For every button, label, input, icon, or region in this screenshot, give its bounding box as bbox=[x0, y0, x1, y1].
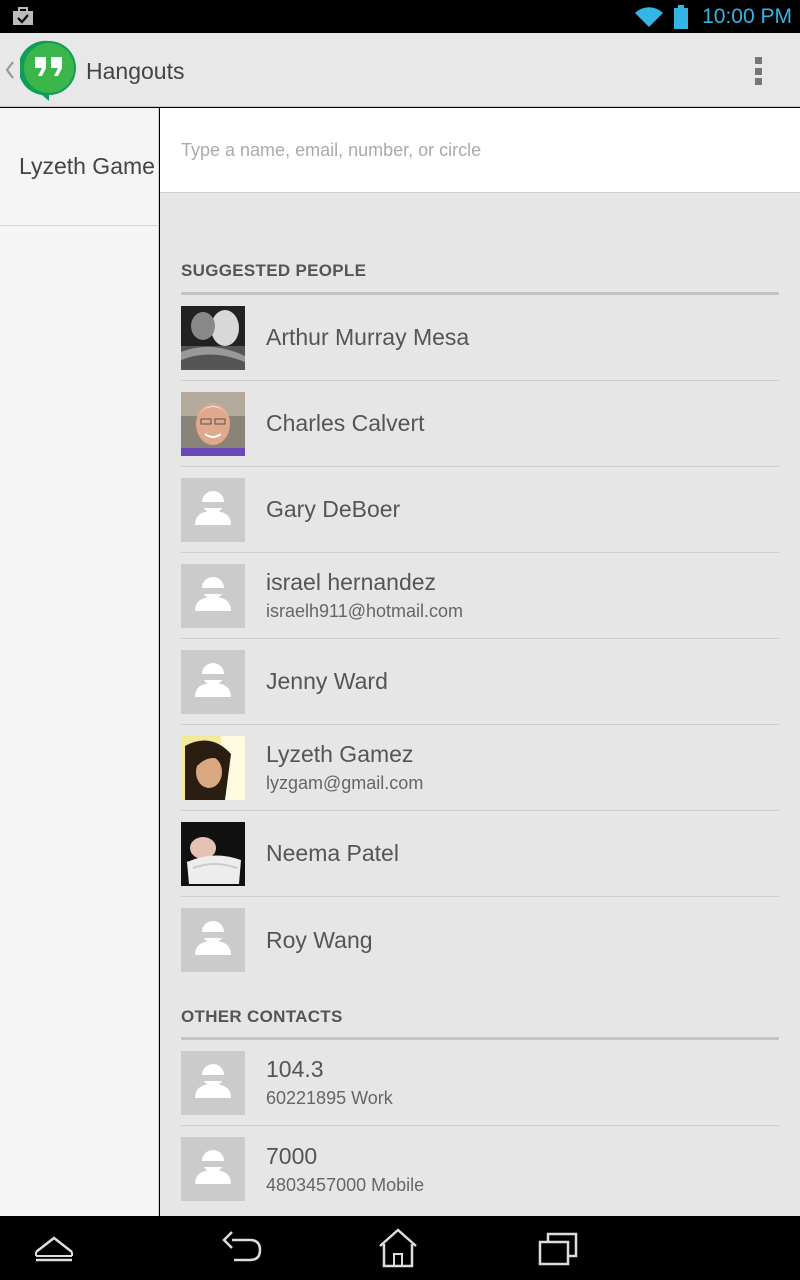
contact-name: 7000 bbox=[266, 1142, 318, 1169]
navigation-bar bbox=[0, 1216, 800, 1280]
action-bar: Hangouts bbox=[0, 33, 800, 107]
contact-row[interactable]: israel hernandez israelh911@hotmail.com bbox=[181, 553, 779, 639]
status-bar: 10:00 PM bbox=[0, 0, 800, 33]
contact-name: israel hernandez bbox=[266, 569, 437, 595]
section-header-other: OTHER CONTACTS bbox=[181, 1007, 779, 1040]
default-avatar-icon bbox=[181, 908, 245, 972]
contact-name: Roy Wang bbox=[266, 926, 373, 953]
contact-subtitle: 4803457000 Mobile bbox=[266, 1174, 425, 1195]
contact-name: Gary DeBoer bbox=[266, 496, 401, 522]
contact-name: 104.3 bbox=[266, 1056, 324, 1082]
contact-subtitle: 60221895 Work bbox=[266, 1088, 393, 1108]
contact-row[interactable]: Neema Patel bbox=[181, 811, 779, 897]
contact-row[interactable]: Gary DeBoer bbox=[181, 467, 779, 553]
contact-row[interactable]: 7000 4803457000 Mobile bbox=[181, 1126, 779, 1212]
app-title: Hangouts bbox=[86, 58, 185, 84]
contact-row[interactable]: Roy Wang bbox=[181, 897, 779, 983]
battery-icon bbox=[674, 4, 689, 29]
contact-name: Lyzeth Gamez bbox=[266, 741, 414, 767]
contact-row[interactable]: 104.3 60221895 Work bbox=[181, 1040, 779, 1126]
contact-name: Neema Patel bbox=[266, 840, 399, 866]
contact-name: Charles Calvert bbox=[266, 410, 425, 436]
back-icon[interactable] bbox=[218, 1226, 266, 1270]
shopping-bag-icon bbox=[13, 7, 33, 25]
contact-name: Jenny Ward bbox=[266, 668, 388, 694]
contact-picker: SUGGESTED PEOPLE Arthur Murray Mesa bbox=[160, 108, 800, 1216]
overflow-menu-icon[interactable] bbox=[748, 55, 768, 87]
default-avatar-icon bbox=[181, 1137, 245, 1201]
avatar bbox=[181, 821, 245, 886]
contact-subtitle: israelh911@hotmail.com bbox=[266, 601, 464, 621]
conversation-pane: Lyzeth Game bbox=[0, 108, 159, 1216]
other-contacts-list: 104.3 60221895 Work 7000 4803457000 Mobi… bbox=[181, 1040, 779, 1212]
section-header-suggested: SUGGESTED PEOPLE bbox=[181, 261, 779, 295]
contact-row[interactable]: Jenny Ward bbox=[181, 639, 779, 725]
contact-row[interactable]: Charles Calvert bbox=[181, 381, 779, 467]
up-caret-icon[interactable] bbox=[4, 59, 16, 81]
avatar bbox=[181, 735, 245, 800]
hangouts-logo-icon[interactable] bbox=[20, 39, 78, 101]
search-box bbox=[160, 108, 800, 193]
recent-apps-icon[interactable] bbox=[534, 1226, 582, 1270]
home-icon[interactable] bbox=[374, 1226, 422, 1270]
avatar bbox=[181, 391, 245, 456]
collapse-icon[interactable] bbox=[30, 1226, 78, 1270]
search-input[interactable] bbox=[160, 108, 800, 193]
conversation-item-label: Lyzeth Game bbox=[19, 153, 155, 179]
conversation-item[interactable]: Lyzeth Game bbox=[0, 108, 158, 226]
default-avatar-icon bbox=[181, 1050, 245, 1115]
default-avatar-icon bbox=[181, 649, 245, 714]
contact-row[interactable]: Lyzeth Gamez lyzgam@gmail.com bbox=[181, 725, 779, 811]
wifi-icon bbox=[635, 6, 664, 27]
contact-subtitle: lyzgam@gmail.com bbox=[266, 773, 424, 793]
default-avatar-icon bbox=[181, 563, 245, 628]
status-time: 10:00 PM bbox=[702, 4, 792, 28]
avatar bbox=[181, 305, 245, 370]
contact-name: Arthur Murray Mesa bbox=[266, 324, 470, 350]
contact-row[interactable]: Arthur Murray Mesa bbox=[181, 295, 779, 381]
suggested-people-list: Arthur Murray Mesa Charles Calvert Gary … bbox=[181, 295, 779, 983]
default-avatar-icon bbox=[181, 477, 245, 542]
